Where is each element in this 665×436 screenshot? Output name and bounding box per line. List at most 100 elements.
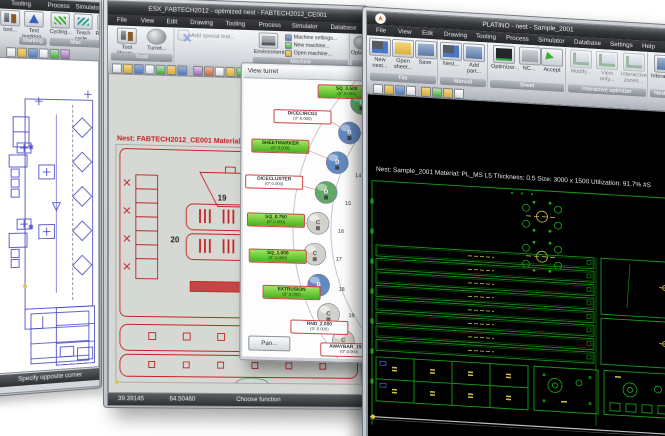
tab-file[interactable]: File <box>114 14 130 26</box>
new-icon[interactable] <box>112 63 122 73</box>
tool-label[interactable]: SQ_0.750(0°,0.000) <box>247 212 305 228</box>
new-icon[interactable] <box>6 47 16 57</box>
tool-label[interactable]: SHEETMARKER(0°,0.000) <box>251 138 309 154</box>
tool-label[interactable]: SQ_1.000(0°,0.000) <box>249 248 307 264</box>
tool-library-icon <box>117 27 137 44</box>
station-number: 14 <box>355 173 361 179</box>
save-icon[interactable] <box>134 64 144 74</box>
redo-icon[interactable] <box>60 49 70 59</box>
measure-icon[interactable] <box>454 88 464 99</box>
turret-station[interactable]: D 14 <box>326 151 361 179</box>
zoom-icon[interactable] <box>215 67 225 77</box>
resequence-icon <box>97 14 100 30</box>
ribbon-button-nest[interactable]: Nest... <box>440 42 462 68</box>
accept-icon <box>541 48 563 67</box>
zoom-icon[interactable] <box>432 87 442 98</box>
redo-icon[interactable] <box>204 66 214 76</box>
nest-header-text: Nest: Sample_2001 Material: PL_MS L5 Thi… <box>376 166 652 189</box>
part-number: 20 <box>170 235 179 244</box>
pan-icon[interactable] <box>443 88 453 99</box>
ribbon-button-label: tool... <box>0 27 20 34</box>
open-icon[interactable] <box>17 48 27 58</box>
undo-icon[interactable] <box>50 49 60 59</box>
print-icon[interactable] <box>39 48 49 58</box>
ribbon-button-nc[interactable]: NC... <box>519 46 539 72</box>
station-number: 17 <box>336 257 342 263</box>
middle-status-bar: 39.39145 64.50460 Choose function <box>108 393 366 407</box>
station-number: 19 <box>348 313 354 319</box>
tool-icon <box>0 9 20 26</box>
open-icon[interactable] <box>123 64 133 74</box>
svg-text:C: C <box>326 311 331 317</box>
turret-station[interactable]: C 16 <box>307 212 344 235</box>
nest-icon <box>440 42 462 61</box>
print-icon[interactable] <box>145 64 155 74</box>
svg-text:B: B <box>347 130 352 136</box>
ribbon-button-add-special-feature[interactable]: Add special feat... <box>177 30 250 43</box>
teach-cycle-icon <box>74 13 93 30</box>
station-number: 15 <box>345 201 351 207</box>
undo-icon[interactable] <box>193 66 203 76</box>
tab-view[interactable]: View <box>138 15 157 27</box>
ribbon-button-new-nest[interactable]: New nest... <box>369 37 391 69</box>
ribbon-button-view-only[interactable]: View only... <box>595 51 619 83</box>
turret-dialog-body: B B 13 D 14 <box>242 78 377 359</box>
ribbon-button-modify[interactable]: Modify... <box>569 49 593 75</box>
ribbon-button-label: Save <box>415 59 435 66</box>
origin-marker <box>23 284 27 288</box>
ribbon-button-label: Accept <box>541 67 563 74</box>
nest-drawing-green: Nest: Sample_2001 Material: PL_MS L5 Thi… <box>368 94 665 436</box>
ribbon-button-open-sheet[interactable]: Open sheet... <box>392 39 414 71</box>
tool-label[interactable]: RND_2.000(0°,0.000) <box>290 319 348 335</box>
right-nc-canvas[interactable]: Nest: Sample_2001 Material: PL_MS L5 Thi… <box>367 93 665 436</box>
optimizer-icon <box>493 45 515 64</box>
ribbon-button-accept[interactable]: Accept <box>541 48 563 74</box>
tool-label[interactable]: DICECLUSTER(0°,0.000) <box>245 174 303 190</box>
save-icon[interactable] <box>28 48 38 58</box>
interactive-icon <box>654 54 665 73</box>
ribbon-button-label: New machine... <box>294 42 330 49</box>
ribbon-button-tool[interactable]: tool... <box>0 9 20 33</box>
save-icon[interactable] <box>395 85 405 96</box>
ribbon-button-cycling[interactable]: Cycling... <box>50 12 71 36</box>
open-sheet-icon <box>392 39 414 58</box>
ribbon-button-label: View only... <box>595 70 619 83</box>
ribbon-button-label: Add special feat... <box>191 33 235 40</box>
origin-marker <box>115 380 119 384</box>
ribbon-button-resequence[interactable]: Resequen... <box>95 14 100 37</box>
modify-icon <box>570 49 592 68</box>
new-icon[interactable] <box>373 84 383 95</box>
left-cad-canvas[interactable] <box>0 55 99 377</box>
tab-tooling[interactable]: Tooling <box>223 18 248 30</box>
ribbon-button-interactive[interactable]: Interactive... <box>651 54 665 81</box>
print-icon[interactable] <box>406 86 416 97</box>
undo-icon[interactable] <box>421 87 431 98</box>
environment-icon <box>259 32 278 48</box>
nest-header-text: Nest: FABTECH2012_CE001 Material: <box>117 133 243 145</box>
ribbon-button-label: Open sheet... <box>392 58 414 71</box>
ribbon-group-interactive-optimizer: Modify... View only... Interactive zones… <box>567 48 648 98</box>
open-icon[interactable] <box>384 84 394 95</box>
ribbon-button-environment[interactable]: Environment... <box>254 32 283 56</box>
ribbon-button-optimizer[interactable]: Optimizer... <box>491 45 517 72</box>
ribbon-button-save[interactable]: Save <box>415 40 435 66</box>
tool-label[interactable]: DICECIRCG1(0°,0.000) <box>273 109 331 125</box>
tab-edit[interactable]: Edit <box>164 16 181 28</box>
ribbon-button-label: Optimizer... <box>491 64 517 72</box>
pan-icon[interactable] <box>226 67 236 77</box>
station-number: 16 <box>338 229 344 235</box>
save-icon <box>415 40 437 59</box>
ribbon-group-nested-sheets: Interactive... Automatic... Nested sheet… <box>649 53 665 101</box>
turret-icon <box>147 28 167 45</box>
paste-icon[interactable] <box>177 65 187 75</box>
ribbon-group-file: New nest... Open sheet... Save File <box>369 36 438 85</box>
copy-icon[interactable] <box>167 65 177 75</box>
ribbon-button-turret[interactable]: Turret... <box>144 28 170 52</box>
cut-icon[interactable] <box>156 65 166 75</box>
turret-station[interactable]: C 17 <box>304 243 342 266</box>
ribbon-button-add-part[interactable]: Add part... <box>463 43 485 75</box>
ribbon-button-interactive-zones[interactable]: Interactive zones... <box>621 52 646 84</box>
add-part-icon <box>463 43 485 62</box>
pan-button[interactable]: Pan... <box>248 335 290 351</box>
tool-label[interactable]: EXTRUSION(0°,0.000) <box>263 285 321 301</box>
